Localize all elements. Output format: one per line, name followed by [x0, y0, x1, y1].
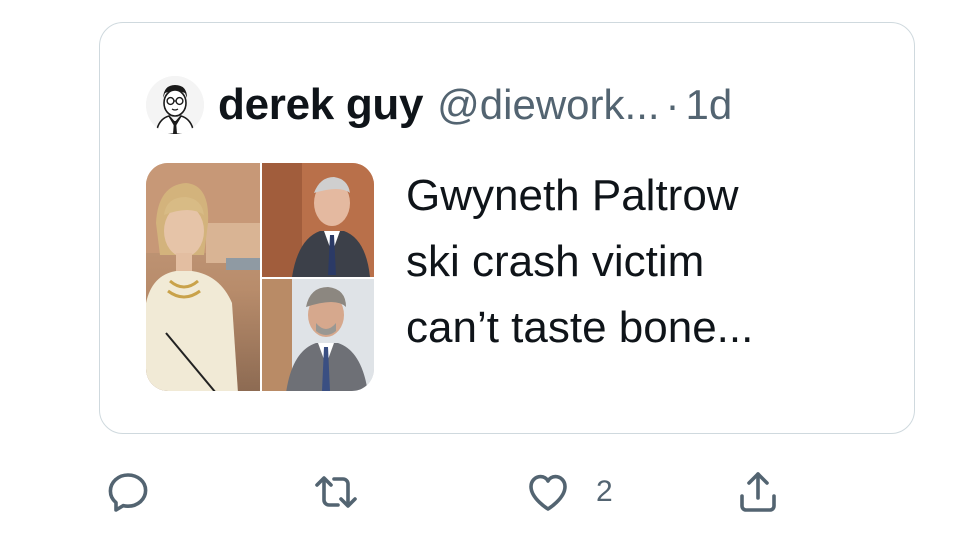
author-display-name[interactable]: derek guy [218, 80, 423, 130]
courtroom-man-image [262, 163, 374, 277]
header-separator: · [665, 81, 680, 128]
courtroom-woman-photo[interactable] [146, 163, 260, 391]
retweet-icon [315, 476, 357, 508]
tweet-text-line: Gwyneth Paltrow [406, 171, 739, 220]
quoted-tweet-card[interactable]: derek guy @diework... · 1d Gwyneth Paltr… [99, 22, 915, 434]
tweet-action-bar: 2 [0, 464, 966, 524]
share-icon [740, 472, 776, 512]
like-count: 2 [596, 475, 613, 508]
share-button[interactable] [734, 464, 782, 520]
reply-button[interactable] [104, 464, 152, 520]
tweet-text-line: ski crash victim [406, 237, 705, 286]
courtroom-lawyer-photo[interactable] [262, 279, 374, 391]
quoted-tweet-header: derek guy @diework... · 1d [146, 73, 732, 137]
avatar[interactable] [146, 76, 204, 134]
heart-icon [529, 474, 567, 511]
courtroom-man-photo[interactable] [262, 163, 374, 277]
like-button[interactable]: 2 [524, 464, 613, 520]
reply-icon [108, 473, 148, 512]
media-thumbnail-grid[interactable] [146, 163, 374, 391]
tweet-timestamp[interactable]: 1d [686, 81, 733, 129]
tweet-text-line: can’t taste bone... [406, 303, 754, 352]
courtroom-lawyer-image [262, 279, 374, 391]
retweet-button[interactable] [312, 464, 360, 520]
quoted-tweet-text: Gwyneth Paltrow ski crash victim can’t t… [406, 163, 876, 361]
author-handle[interactable]: @diework... [437, 81, 659, 129]
courtroom-woman-image [146, 163, 260, 391]
avatar-illustration-icon [146, 76, 204, 134]
